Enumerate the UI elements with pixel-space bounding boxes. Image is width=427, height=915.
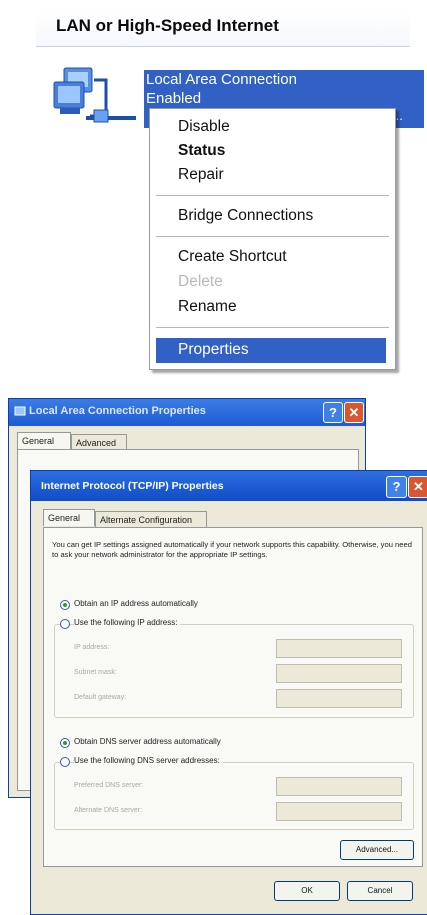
subnet-mask-input (276, 664, 402, 683)
menu-item-repair[interactable]: Repair (178, 166, 224, 184)
menu-separator (156, 195, 389, 196)
help-button[interactable]: ? (323, 402, 343, 423)
section-header: LAN or High-Speed Internet (36, 8, 410, 47)
radio-use-following-ip[interactable] (60, 619, 70, 629)
menu-item-rename[interactable]: Rename (178, 298, 237, 316)
connection-status: Enabled (146, 90, 202, 107)
dialog-title: Internet Protocol (TCP/IP) Properties (41, 480, 224, 492)
menu-item-status[interactable]: Status (178, 142, 225, 160)
radio-obtain-ip-auto[interactable] (60, 600, 70, 610)
ip-address-label: IP address: (74, 644, 110, 651)
preferred-dns-label: Preferred DNS server: (74, 782, 144, 789)
connection-name: Local Area Connection (146, 71, 297, 88)
menu-separator (156, 236, 389, 237)
alternate-dns-input (276, 802, 402, 821)
context-menu: Disable Status Repair Bridge Connections… (149, 108, 396, 370)
default-gateway-label: Default gateway: (74, 694, 127, 701)
dialog-title: Local Area Connection Properties (29, 405, 206, 417)
description-text: You can get IP settings assigned automat… (52, 540, 412, 559)
tab-panel: You can get IP settings assigned automat… (43, 527, 423, 867)
menu-separator (156, 327, 389, 328)
close-button[interactable]: ✕ (344, 402, 364, 423)
tab-general[interactable]: General (43, 509, 95, 526)
menu-item-delete: Delete (178, 273, 223, 290)
section-title: LAN or High-Speed Internet (56, 16, 279, 35)
menu-item-bridge-connections[interactable]: Bridge Connections (178, 207, 313, 225)
menu-item-create-shortcut[interactable]: Create Shortcut (178, 248, 287, 266)
advanced-button[interactable]: Advanced... (340, 840, 414, 860)
menu-item-disable[interactable]: Disable (178, 118, 230, 136)
menu-item-properties[interactable]: Properties (156, 338, 386, 363)
cancel-button[interactable]: Cancel (347, 881, 413, 901)
radio-obtain-dns-auto-label: Obtain DNS server address automatically (74, 737, 221, 746)
subnet-mask-label: Subnet mask: (74, 669, 117, 676)
tcpip-properties-dialog: Internet Protocol (TCP/IP) Properties ? … (30, 470, 427, 915)
tab-general[interactable]: General (17, 432, 71, 449)
menu-item-properties-label: Properties (178, 341, 249, 358)
alternate-dns-label: Alternate DNS server: (74, 807, 143, 814)
radio-use-following-dns[interactable] (60, 757, 70, 767)
radio-obtain-ip-auto-label: Obtain an IP address automatically (74, 599, 198, 608)
preferred-dns-input (276, 777, 402, 796)
title-bar: Internet Protocol (TCP/IP) Properties ? … (31, 471, 427, 501)
radio-obtain-dns-auto[interactable] (60, 738, 70, 748)
network-connections-panel: LAN or High-Speed Internet Local Area Co… (36, 0, 424, 386)
close-button[interactable]: ✕ (408, 476, 427, 498)
help-button[interactable]: ? (386, 476, 407, 498)
ok-button[interactable]: OK (274, 881, 340, 901)
radio-use-following-dns-label: Use the following DNS server addresses: (74, 756, 223, 765)
title-bar: Local Area Connection Properties ? ✕ (9, 399, 365, 426)
network-connection-icon[interactable] (50, 66, 136, 128)
network-icon (14, 406, 26, 416)
tab-alternate-configuration[interactable]: Alternate Configuration (95, 511, 207, 528)
radio-use-following-ip-label: Use the following IP address: (74, 618, 181, 627)
default-gateway-input (276, 689, 402, 708)
ip-address-input (276, 639, 402, 658)
